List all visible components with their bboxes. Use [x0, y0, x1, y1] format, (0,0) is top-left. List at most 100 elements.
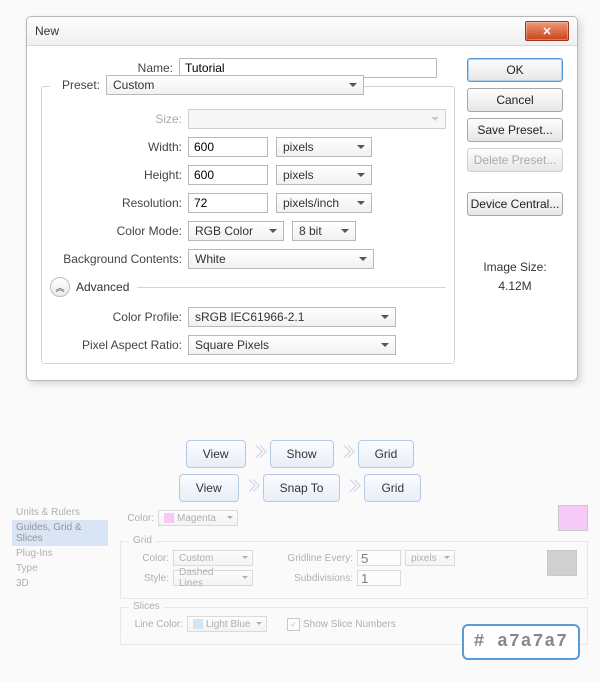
preset-select[interactable]: Custom	[106, 75, 364, 95]
color-profile-value: sRGB IEC61966-2.1	[195, 310, 304, 324]
slice-color-select[interactable]: Light Blue	[187, 616, 267, 632]
crumb-show[interactable]: Show	[270, 440, 334, 468]
slice-color-value: Light Blue	[206, 619, 250, 630]
crumb-view[interactable]: View	[186, 440, 246, 468]
crumb-label: View	[196, 481, 222, 495]
grid-style-value: Dashed Lines	[179, 567, 238, 589]
height-input[interactable]	[188, 165, 268, 185]
height-unit-select[interactable]: pixels	[276, 165, 372, 185]
preset-label: Preset:	[50, 78, 106, 92]
menu-path-1: View Show Grid	[0, 440, 600, 468]
sidebar-item-plugins[interactable]: Plug-Ins	[12, 546, 108, 561]
preset-value: Custom	[113, 78, 154, 92]
save-preset-button[interactable]: Save Preset...	[467, 118, 563, 142]
ok-button[interactable]: OK	[467, 58, 563, 82]
show-slice-label: Show Slice Numbers	[303, 619, 396, 630]
crumb-label: View	[203, 447, 229, 461]
prefs-sidebar: Units & Rulers Guides, Grid & Slices Plu…	[12, 505, 108, 591]
bg-value: White	[195, 252, 226, 266]
slice-color-label: Line Color:	[131, 619, 183, 630]
delete-preset-label: Delete Preset...	[474, 153, 557, 167]
sidebar-item-units[interactable]: Units & Rulers	[12, 505, 108, 520]
bg-label: Background Contents:	[50, 252, 188, 266]
sidebar-item-type[interactable]: Type	[12, 561, 108, 576]
grid-color-select[interactable]: Custom	[173, 550, 253, 566]
width-unit-value: pixels	[283, 140, 314, 154]
image-size-label: Image Size:	[467, 258, 563, 277]
slices-legend: Slices	[129, 601, 164, 612]
gridline-unit-value: pixels	[411, 553, 437, 564]
sidebar-item-guides[interactable]: Guides, Grid & Slices	[12, 520, 108, 546]
ok-label: OK	[506, 63, 523, 77]
cancel-label: Cancel	[496, 93, 533, 107]
delete-preset-button: Delete Preset...	[467, 148, 563, 172]
resolution-unit-select[interactable]: pixels/inch	[276, 193, 372, 213]
grid-color-swatch[interactable]	[547, 550, 577, 576]
grid-style-label: Style:	[131, 573, 169, 584]
height-label: Height:	[50, 168, 188, 182]
titlebar: New ✕	[27, 17, 577, 46]
bg-select[interactable]: White	[188, 249, 374, 269]
guide-color-label: Color:	[120, 513, 154, 524]
pixel-aspect-select[interactable]: Square Pixels	[188, 335, 396, 355]
menu-path-2: View Snap To Grid	[0, 474, 600, 502]
name-label: Name:	[41, 61, 179, 75]
guide-color-value: Magenta	[177, 513, 216, 524]
width-input[interactable]	[188, 137, 268, 157]
new-dialog: New ✕ Name: Preset: Custom Size: Width: p…	[26, 16, 578, 381]
save-preset-label: Save Preset...	[477, 123, 552, 137]
show-slice-numbers-checkbox[interactable]: ✓Show Slice Numbers	[287, 618, 396, 631]
resolution-input[interactable]	[188, 193, 268, 213]
image-size-info: Image Size: 4.12M	[467, 258, 563, 296]
guide-color-swatch[interactable]	[558, 505, 588, 531]
cancel-button[interactable]: Cancel	[467, 88, 563, 112]
chevron-right-icon	[252, 444, 264, 464]
advanced-label: Advanced	[76, 280, 129, 294]
subdivisions-label: Subdivisions:	[283, 573, 353, 584]
crumb-label: Show	[287, 447, 317, 461]
color-profile-select[interactable]: sRGB IEC61966-2.1	[188, 307, 396, 327]
chevron-up-icon: ︽	[55, 281, 64, 294]
grid-fieldset: Grid Color:Custom Style:Dashed Lines Gri…	[120, 541, 588, 599]
crumb-view[interactable]: View	[179, 474, 239, 502]
chevron-right-icon	[245, 478, 257, 498]
size-select	[188, 109, 446, 129]
grid-color-value: Custom	[179, 553, 213, 564]
grid-legend: Grid	[129, 535, 156, 546]
advanced-toggle[interactable]: ︽	[50, 277, 70, 297]
size-label: Size:	[50, 112, 188, 126]
lightblue-swatch-icon	[193, 619, 203, 629]
width-unit-select[interactable]: pixels	[276, 137, 372, 157]
bits-select[interactable]: 8 bit	[292, 221, 356, 241]
close-button[interactable]: ✕	[525, 21, 569, 41]
pixel-aspect-value: Square Pixels	[195, 338, 269, 352]
crumb-snap-to[interactable]: Snap To	[263, 474, 341, 502]
hex-code-callout: # a7a7a7	[462, 624, 580, 660]
gridline-every-label: Gridline Every:	[283, 553, 353, 564]
guide-color-select[interactable]: Magenta	[158, 510, 238, 526]
pixel-aspect-label: Pixel Aspect Ratio:	[50, 338, 188, 352]
width-label: Width:	[50, 140, 188, 154]
sidebar-item-3d[interactable]: 3D	[12, 576, 108, 591]
subdivisions-input[interactable]	[357, 570, 401, 586]
grid-color-label: Color:	[131, 553, 169, 564]
crumb-grid[interactable]: Grid	[358, 440, 415, 468]
color-mode-select[interactable]: RGB Color	[188, 221, 284, 241]
divider	[137, 287, 446, 288]
device-central-button[interactable]: Device Central...	[467, 192, 563, 216]
crumb-label: Grid	[381, 481, 404, 495]
gridline-every-input[interactable]	[357, 550, 401, 566]
color-mode-value: RGB Color	[195, 224, 253, 238]
resolution-label: Resolution:	[50, 196, 188, 210]
crumb-label: Grid	[375, 447, 398, 461]
image-size-value: 4.12M	[467, 277, 563, 296]
close-icon: ✕	[542, 25, 551, 38]
dialog-title: New	[35, 24, 59, 38]
color-profile-label: Color Profile:	[50, 310, 188, 324]
resolution-unit-value: pixels/inch	[283, 196, 339, 210]
chevron-right-icon	[346, 478, 358, 498]
grid-style-select[interactable]: Dashed Lines	[173, 570, 253, 586]
height-unit-value: pixels	[283, 168, 314, 182]
crumb-grid[interactable]: Grid	[364, 474, 421, 502]
gridline-unit-select[interactable]: pixels	[405, 550, 455, 566]
